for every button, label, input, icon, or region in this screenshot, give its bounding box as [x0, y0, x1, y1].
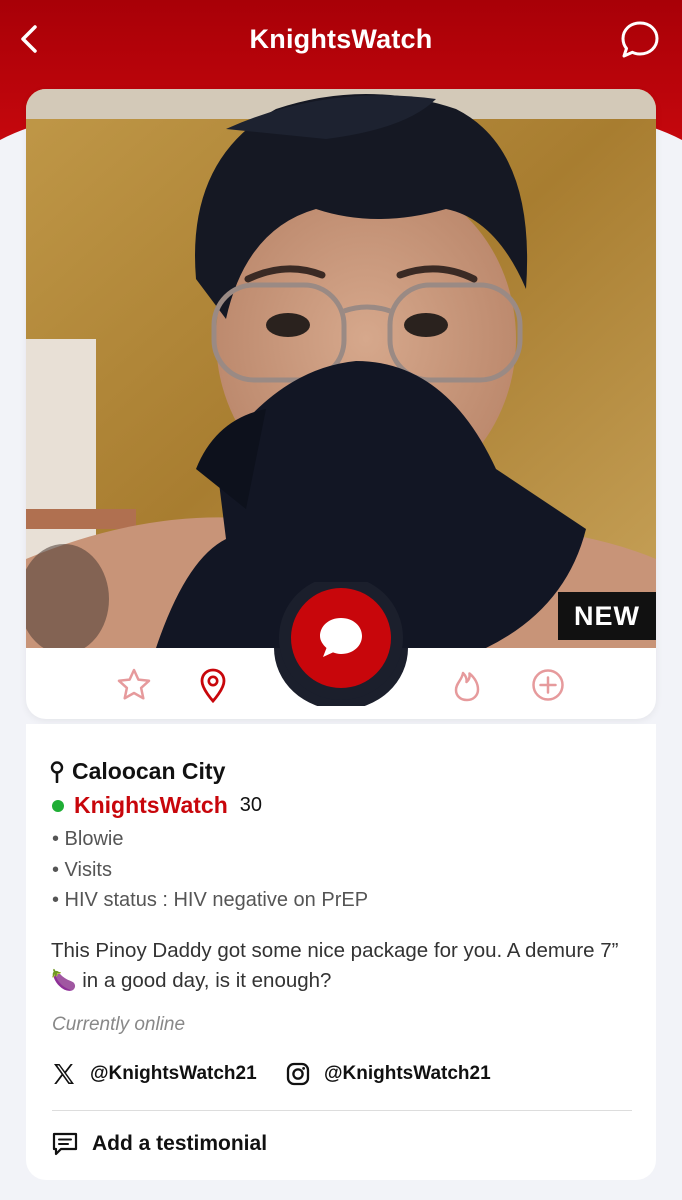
comment-icon: [52, 1132, 78, 1156]
add-testimonial-button[interactable]: Add a testimonial: [52, 1132, 267, 1156]
message-button-wrap: [274, 582, 408, 706]
profile-photo-image: [26, 89, 656, 648]
page-title: KnightsWatch: [249, 24, 433, 54]
location-text: Caloocan City: [72, 758, 226, 784]
name-row: KnightsWatch 30: [52, 792, 262, 819]
location-pin-icon: [50, 760, 64, 783]
new-badge: NEW: [558, 592, 656, 640]
add-button[interactable]: [530, 667, 566, 703]
profile-age: 30: [239, 794, 262, 816]
send-message-button[interactable]: [291, 588, 391, 688]
location-row: Caloocan City: [50, 758, 225, 785]
profile-bio: This Pinoy Daddy got some nice package f…: [51, 939, 619, 992]
x-logo-icon: [54, 1064, 74, 1084]
tag-item: • Visits: [52, 859, 112, 881]
online-status: Currently online: [52, 1014, 186, 1035]
divider: [52, 1110, 632, 1111]
add-testimonial-label: Add a testimonial: [92, 1132, 268, 1155]
chat-bubble-icon: [320, 618, 362, 657]
profile-info-card: Caloocan City KnightsWatch 30 • Blowie •…: [26, 724, 656, 1180]
location-button[interactable]: [195, 667, 231, 703]
profile-photo[interactable]: NEW: [26, 89, 656, 648]
star-icon: [117, 668, 151, 700]
plus-circle-icon: [532, 669, 564, 701]
x-social-link[interactable]: @KnightsWatch21: [52, 1062, 257, 1086]
instagram-social-link[interactable]: @KnightsWatch21: [286, 1062, 491, 1086]
instagram-logo-icon: [286, 1062, 310, 1086]
header-chat-button[interactable]: [620, 20, 660, 60]
profile-name: KnightsWatch: [74, 792, 228, 818]
instagram-handle: @KnightsWatch21: [324, 1063, 491, 1084]
flame-icon: [454, 671, 480, 702]
hot-button[interactable]: [449, 667, 485, 703]
chat-bubble-icon: [621, 21, 659, 58]
tag-item: • HIV status : HIV negative on PrEP: [52, 889, 369, 911]
favorite-button[interactable]: [116, 667, 152, 703]
x-handle: @KnightsWatch21: [90, 1063, 257, 1084]
map-pin-icon: [200, 668, 226, 703]
profile-photo-card: NEW: [26, 89, 656, 719]
tag-item: • Blowie: [52, 828, 124, 850]
online-indicator: [52, 799, 64, 812]
